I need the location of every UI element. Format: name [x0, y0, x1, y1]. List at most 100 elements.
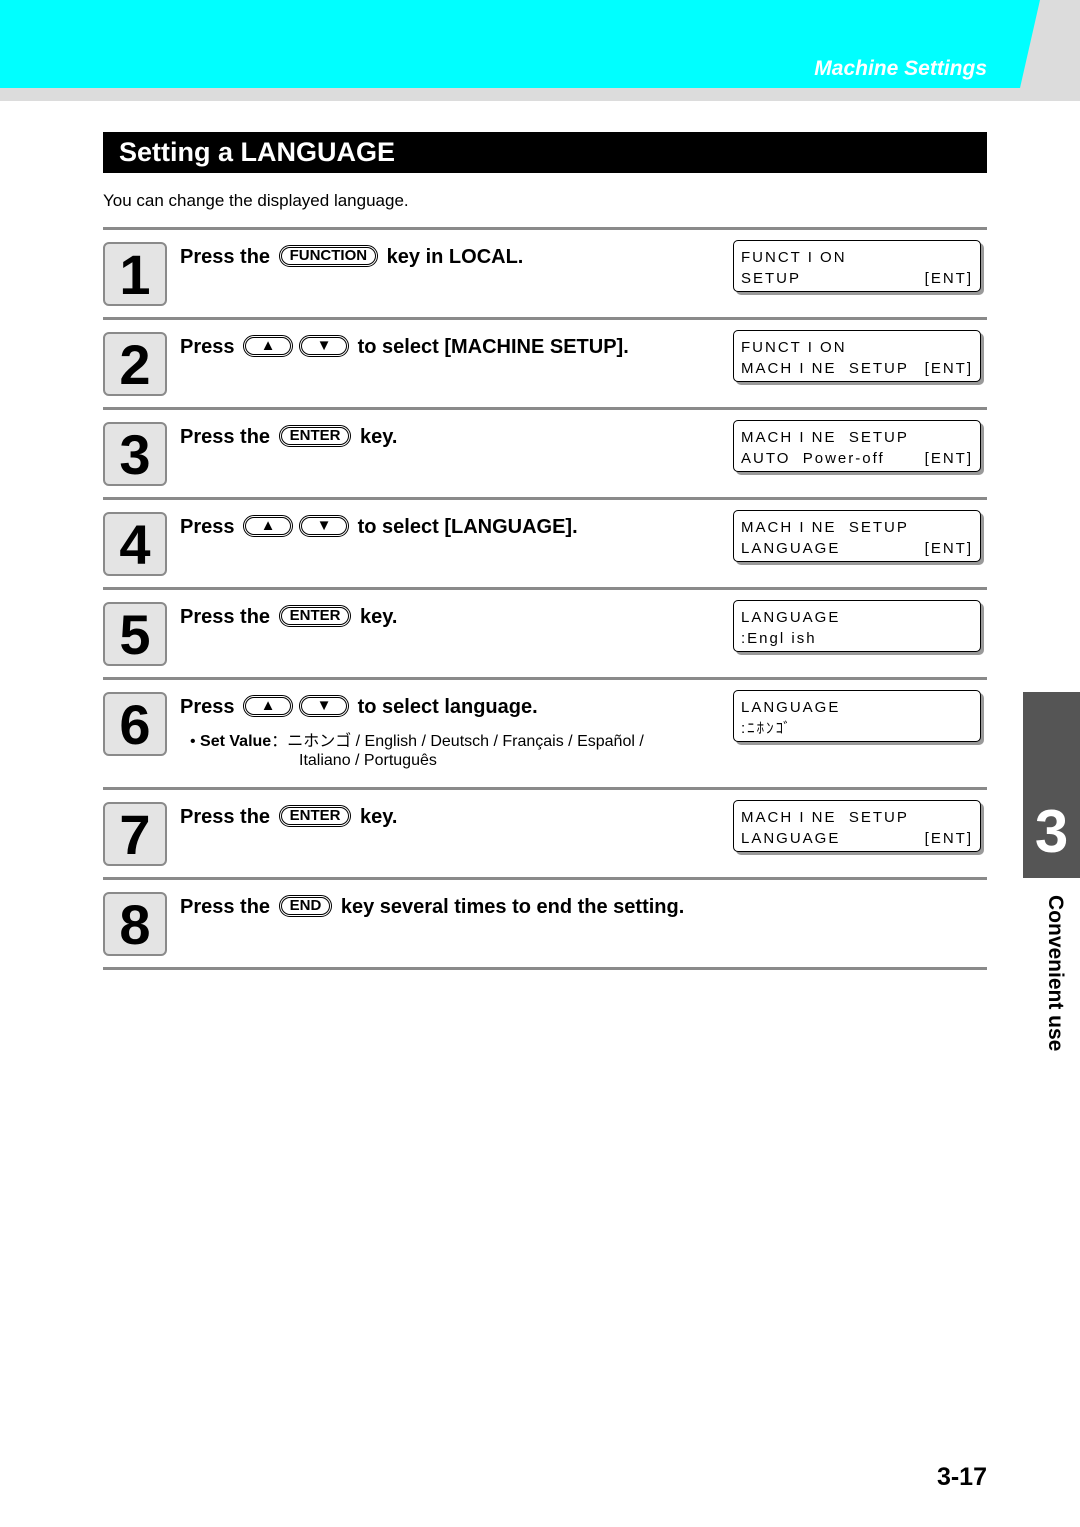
lcd-text: :ﾆﾎﾝｺﾞ [741, 720, 793, 737]
instruction-text: Press the [180, 896, 276, 918]
lcd-row: SETUP [ENT] [741, 268, 973, 289]
lcd-text-right: [ENT] [924, 270, 973, 287]
lcd-text: LANGUAGE [741, 830, 841, 847]
chapter-number: 3 [1034, 798, 1069, 865]
key-function-button: FUNCTION [278, 244, 379, 267]
set-value-note: • Set Value：ニホンゴ / English / Deutsch / F… [190, 733, 644, 769]
lcd-display: MACH I NE SETUP LANGUAGE [ENT] [733, 510, 981, 562]
step-number: 5 [103, 602, 167, 666]
step-number: 3 [103, 422, 167, 486]
lcd-text-right: [ENT] [924, 830, 973, 847]
instruction-text: Press the [180, 806, 276, 828]
lcd-text: SETUP [741, 270, 802, 287]
lcd-display: FUNCT I ON SETUP [ENT] [733, 240, 981, 292]
instruction-text: to select [LANGUAGE]. [352, 516, 578, 538]
lcd-row: LANGUAGE [ENT] [741, 538, 973, 559]
lcd-row: LANGUAGE [741, 607, 973, 628]
instruction-text: key. [354, 806, 398, 828]
key-enter-button: ENTER [278, 604, 352, 627]
instruction-text: key in LOCAL. [381, 246, 524, 268]
lcd-row: :ﾆﾎﾝｺﾞ [741, 718, 973, 739]
lcd-row: LANGUAGE [741, 697, 973, 718]
step-1: 1 Press the FUNCTION key in LOCAL. FUNCT I… [103, 227, 987, 317]
instruction-text: Press the [180, 426, 276, 448]
step-instruction: Press the ENTER key. [180, 424, 398, 449]
step-4: 4 Press ▲ ▼ to select [LANGUAGE]. MACH I NE… [103, 497, 987, 587]
set-value-options: ：ニホンゴ / English / Deutsch / Français / E… [271, 733, 644, 750]
lcd-row: MACH I NE SETUP [741, 517, 973, 538]
step-instruction: Press the ENTER key. [180, 804, 398, 829]
key-up-button: ▲ [243, 694, 294, 717]
lcd-text: AUTO Power-off [741, 450, 885, 467]
instruction-text: Press the [180, 606, 276, 628]
lcd-text: MACH I NE SETUP [741, 519, 909, 536]
lcd-row: MACH I NE SETUP [741, 427, 973, 448]
step-number: 7 [103, 802, 167, 866]
step-instruction: Press ▲ ▼ to select [LANGUAGE]. [180, 514, 578, 539]
step-number: 2 [103, 332, 167, 396]
step-number: 6 [103, 692, 167, 756]
lcd-text-right: [ENT] [924, 450, 973, 467]
key-down-button: ▼ [299, 514, 350, 537]
instruction-text: to select [MACHINE SETUP]. [352, 336, 629, 358]
intro-text: You can change the displayed language. [103, 191, 409, 210]
section-title: Machine Settings [814, 57, 987, 80]
instruction-text: Press [180, 336, 241, 358]
instruction-text: Press [180, 516, 241, 538]
step-instruction: Press the ENTER key. [180, 604, 398, 629]
lcd-display: MACH I NE SETUP LANGUAGE [ENT] [733, 800, 981, 852]
key-enter-button: ENTER [278, 804, 352, 827]
step-instruction: Press the FUNCTION key in LOCAL. [180, 244, 524, 269]
instruction-text: key several times to end the setting. [335, 896, 685, 918]
key-label: ▼ [301, 516, 348, 535]
lcd-row: FUNCT I ON [741, 337, 973, 358]
lcd-text-right: [ENT] [924, 540, 973, 557]
lcd-display: LANGUAGE :ﾆﾎﾝｺﾞ [733, 690, 981, 742]
set-value-options-cont: Italiano / Português [299, 752, 437, 769]
lcd-row: LANGUAGE [ENT] [741, 828, 973, 849]
key-label: FUNCTION [280, 246, 377, 265]
lcd-text: FUNCT I ON [741, 339, 847, 356]
lcd-text: LANGUAGE [741, 699, 841, 716]
instruction-text: Press the [180, 246, 276, 268]
lcd-row: MACH I NE SETUP [741, 807, 973, 828]
instruction-text: key. [354, 606, 398, 628]
key-label: ▲ [245, 516, 292, 535]
key-label: ENTER [280, 606, 350, 625]
lcd-text: MACH I NE SETUP [741, 809, 909, 826]
lcd-text: FUNCT I ON [741, 249, 847, 266]
step-instruction: Press the END key several times to end t… [180, 894, 685, 919]
step-instruction: Press ▲ ▼ to select [MACHINE SETUP]. [180, 334, 629, 359]
lcd-row: MACH I NE SETUP [ENT] [741, 358, 973, 379]
key-up-button: ▲ [243, 334, 294, 357]
step-2: 2 Press ▲ ▼ to select [MACHINE SETUP]. FUNC… [103, 317, 987, 407]
step-number: 4 [103, 512, 167, 576]
lcd-row: :Engl ish [741, 628, 973, 649]
page-number: 3-17 [936, 1463, 987, 1491]
step-number: 1 [103, 242, 167, 306]
key-label: ENTER [280, 806, 350, 825]
chapter-tab: 3 [1023, 692, 1080, 878]
key-end-button: END [278, 894, 333, 917]
lcd-text: LANGUAGE [741, 609, 841, 626]
step-6: 6 Press ▲ ▼ to select language. • Set Value… [103, 677, 987, 787]
lcd-text: MACH I NE SETUP [741, 429, 909, 446]
instruction-text: to select language. [352, 696, 538, 718]
page-title: Setting a LANGUAGE [103, 132, 987, 173]
step-number: 8 [103, 892, 167, 956]
key-label: ENTER [280, 426, 350, 445]
lcd-row: FUNCT I ON [741, 247, 973, 268]
lcd-display: FUNCT I ON MACH I NE SETUP [ENT] [733, 330, 981, 382]
key-label: ▼ [301, 336, 348, 355]
key-label: END [280, 896, 331, 915]
instruction-text: Press [180, 696, 241, 718]
key-enter-button: ENTER [278, 424, 352, 447]
chapter-label: Convenient use [1044, 895, 1067, 1052]
step-3: 3 Press the ENTER key. MACH I NE SETUP AUTO… [103, 407, 987, 497]
key-down-button: ▼ [299, 334, 350, 357]
lcd-text: :Engl ish [741, 630, 817, 647]
key-label: ▲ [245, 336, 292, 355]
instruction-text: key. [354, 426, 398, 448]
key-label: ▲ [245, 696, 292, 715]
step-5: 5 Press the ENTER key. LANGUAGE :Engl ish [103, 587, 987, 677]
